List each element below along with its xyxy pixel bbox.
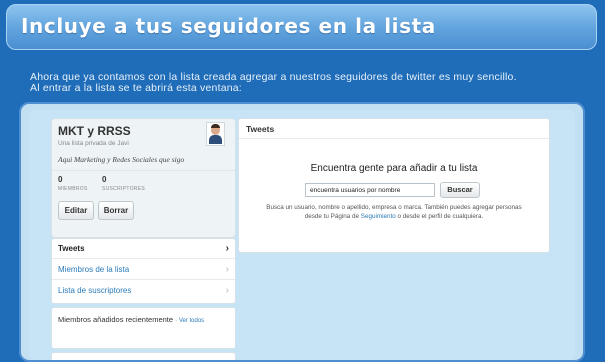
avatar-body [209,135,222,144]
avatar[interactable] [206,122,225,146]
menu-item-label: Tweets [58,244,85,253]
title-banner: Incluye a tus seguidores en la lista [6,4,597,50]
list-profile-card: MKT y RRSS Una lista privada de Javi Aqu… [51,118,236,238]
twitter-list-page: MKT y RRSS Una lista privada de Javi Aqu… [29,110,575,360]
list-subtitle: Una lista privada de Javi [58,140,129,147]
help-text-end: o desde el perfil de cualquiera. [395,213,484,220]
screenshot-frame: MKT y RRSS Una lista privada de Javi Aqu… [19,102,585,362]
search-button[interactable]: Buscar [440,182,480,198]
lower-box [51,352,236,360]
menu-item-tweets[interactable]: Tweets › [52,239,235,259]
intro-line-2: Al entrar a la lista se te abrirá esta v… [30,82,242,94]
intro-text: Ahora que ya contamos con la lista cread… [30,72,590,94]
chevron-right-icon: › [225,243,229,254]
list-name: MKT y RRSS [58,124,131,138]
subscribers-count[interactable]: 0 [102,175,106,184]
recent-members-label: Miembros añadidos recientemente [58,315,174,324]
menu-item-members[interactable]: Miembros de la lista › [52,260,235,280]
help-text: Busca un usuario, nombre o apellido, emp… [259,203,529,221]
panel-header: Tweets [239,119,549,139]
find-people-title: Encuentra gente para añadir a tu lista [310,163,478,174]
page-title: Incluye a tus seguidores en la lista [21,14,436,38]
following-link[interactable]: Seguimiento [361,213,396,220]
profile-divider [52,170,235,171]
menu-item-label: Lista de suscriptores [58,286,132,295]
menu-item-label: Miembros de la lista [58,265,130,274]
subscribers-label: SUSCRIPTORES [102,186,145,192]
list-menu: Tweets › Miembros de la lista › Lista de… [51,238,236,304]
avatar-hair [211,124,220,128]
members-count[interactable]: 0 [58,175,62,184]
recent-members-box: Miembros añadidos recientemente · Ver to… [51,307,236,349]
delete-button[interactable]: Borrar [98,201,134,220]
see-all-link[interactable]: Ver todos [179,318,204,324]
edit-button[interactable]: Editar [58,201,94,220]
chevron-right-icon: › [225,285,229,296]
chevron-right-icon: › [225,264,229,275]
tweets-panel: Tweets Encuentra gente para añadir a tu … [238,118,550,253]
recent-members-text: Miembros añadidos recientemente · Ver to… [58,315,205,324]
menu-item-subscribers[interactable]: Lista de suscriptores › [52,281,235,301]
members-label: MIEMBROS [58,186,88,192]
list-description: Aqui Marketing y Redes Sociales que sigo [58,155,185,164]
search-input[interactable] [305,183,435,197]
